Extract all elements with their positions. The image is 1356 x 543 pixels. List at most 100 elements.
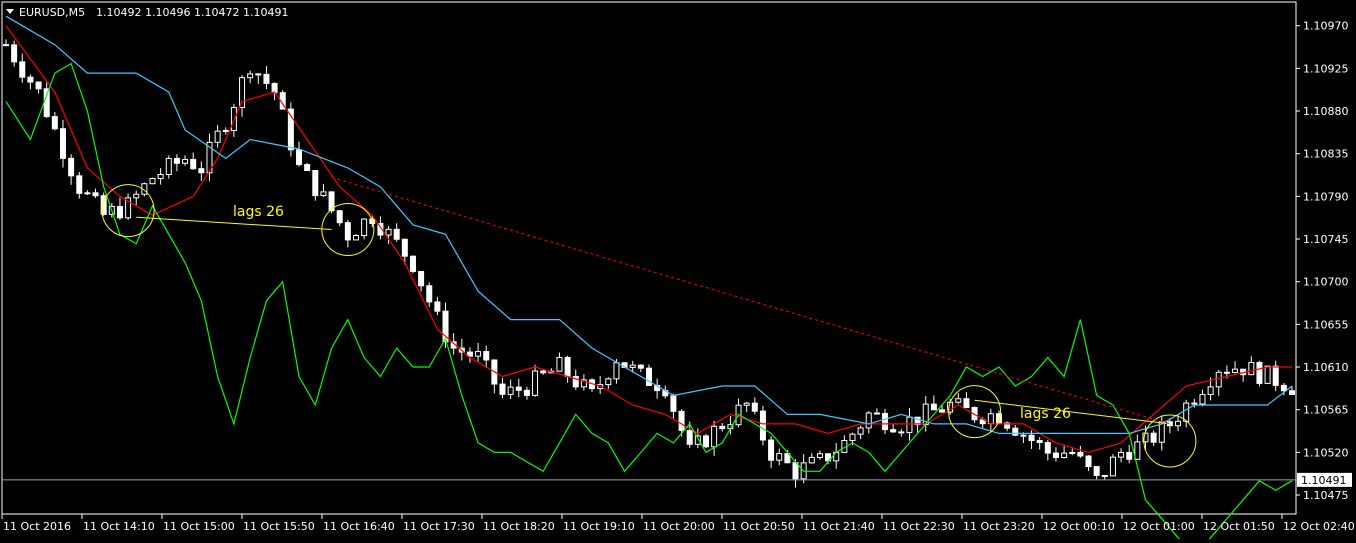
candle-body xyxy=(637,364,644,369)
indicator-lines xyxy=(5,15,1293,543)
y-tick-label: 1.10970 xyxy=(1303,20,1349,33)
chevron-down-icon[interactable] xyxy=(6,9,14,14)
x-tick-label: 12 Oct 01:50 xyxy=(1203,520,1275,533)
plot-frame xyxy=(1,1,1297,515)
candle-body xyxy=(963,398,970,408)
candle-body xyxy=(76,175,83,194)
candle-body xyxy=(1020,434,1027,437)
candle-body xyxy=(849,433,856,442)
x-tick-label: 12 Oct 00:10 xyxy=(1043,520,1115,533)
candle-body xyxy=(1191,402,1198,405)
y-tick-label: 1.10835 xyxy=(1303,148,1349,161)
x-tick-label: 11 Oct 14:10 xyxy=(83,520,155,533)
candle-body xyxy=(751,402,758,412)
lag-line-2 xyxy=(974,399,1170,425)
y-tick-label: 1.10565 xyxy=(1303,404,1349,417)
x-tick-label: 12 Oct 02:40 xyxy=(1283,520,1355,533)
candle-body xyxy=(304,164,311,172)
candle-body xyxy=(808,456,815,464)
candle-body xyxy=(35,81,42,90)
candle-body xyxy=(1109,456,1116,477)
candle-body xyxy=(116,205,123,219)
candle-body xyxy=(51,116,58,130)
x-tick-label: 11 Oct 2016 xyxy=(3,520,71,533)
x-tick-label: 11 Oct 17:30 xyxy=(403,520,475,533)
candle-body xyxy=(768,439,775,461)
x-tick-label: 11 Oct 18:20 xyxy=(483,520,555,533)
candle-body xyxy=(271,83,278,94)
candle-body xyxy=(1223,371,1230,374)
candle-body xyxy=(434,301,441,312)
candle-body xyxy=(344,222,351,241)
candle-body xyxy=(336,210,343,224)
y-tick-label: 1.10790 xyxy=(1303,190,1349,203)
candle-body xyxy=(27,76,34,83)
candle-body xyxy=(247,73,254,79)
candle-body xyxy=(385,228,392,236)
candle-body xyxy=(613,362,620,380)
candle-body xyxy=(1044,441,1051,454)
candle-body xyxy=(1215,371,1222,388)
candle-body xyxy=(882,412,889,431)
x-tick-label: 11 Oct 23:20 xyxy=(963,520,1035,533)
y-tick-label: 1.10700 xyxy=(1303,276,1349,289)
candle-body xyxy=(987,413,994,425)
candle-body xyxy=(418,270,425,287)
candle-body xyxy=(678,410,685,431)
quote-label: 1.10492 1.10496 1.10472 1.10491 xyxy=(96,6,288,19)
candle-body xyxy=(898,431,905,434)
candle-body xyxy=(92,192,99,197)
candle-body xyxy=(133,193,140,199)
candle-body xyxy=(475,351,482,357)
candle-body xyxy=(1280,384,1287,392)
price-chart[interactable]: EURUSD,M5 1.10492 1.10496 1.10472 1.1049… xyxy=(0,0,1356,543)
candle-body xyxy=(426,285,433,303)
candle-body xyxy=(1183,402,1190,422)
candle-body xyxy=(1126,451,1133,460)
lag-annotation-1: lags 26 xyxy=(233,204,284,220)
candle-body xyxy=(792,462,799,480)
candle-body xyxy=(955,398,962,403)
candle-body xyxy=(670,395,677,412)
candle-body xyxy=(43,88,50,118)
candle-body xyxy=(1118,451,1125,458)
y-tick-label: 1.10655 xyxy=(1303,318,1349,331)
candle-body xyxy=(507,386,514,395)
candle-body xyxy=(1256,362,1263,384)
candle-body xyxy=(352,235,359,241)
x-tick-label: 12 Oct 01:00 xyxy=(1123,520,1195,533)
candle-body xyxy=(483,351,490,361)
candle-body xyxy=(1264,365,1271,384)
candle-body xyxy=(11,44,18,63)
candle-body xyxy=(198,168,205,174)
candle-body xyxy=(157,173,164,179)
x-tick-label: 11 Oct 15:50 xyxy=(243,520,315,533)
current-price-label: 1.10491 xyxy=(1301,474,1347,487)
candle-body xyxy=(1134,441,1141,460)
candlestick-series xyxy=(3,39,1295,488)
candle-body xyxy=(84,192,91,195)
candle-body xyxy=(263,73,270,85)
candle-body xyxy=(1207,386,1214,396)
candle-body xyxy=(3,44,9,47)
candle-body xyxy=(1199,394,1206,405)
candle-body xyxy=(743,402,750,406)
candle-body xyxy=(702,435,709,448)
candle-body xyxy=(320,191,327,197)
y-tick-label: 1.10880 xyxy=(1303,105,1349,118)
candle-body xyxy=(719,425,726,430)
candle-body xyxy=(873,412,880,415)
candle-body xyxy=(1248,362,1255,376)
candle-body xyxy=(1028,434,1035,442)
candle-body xyxy=(711,425,718,448)
candle-body xyxy=(1232,368,1239,373)
candle-body xyxy=(1101,474,1108,477)
candle-body xyxy=(214,130,221,143)
candle-body xyxy=(1085,455,1092,468)
candle-body xyxy=(255,73,262,76)
candle-body xyxy=(857,427,864,435)
y-tick-label: 1.10745 xyxy=(1303,233,1349,246)
candle-body xyxy=(1150,432,1157,443)
candle-body xyxy=(190,158,197,170)
candle-body xyxy=(515,386,522,391)
